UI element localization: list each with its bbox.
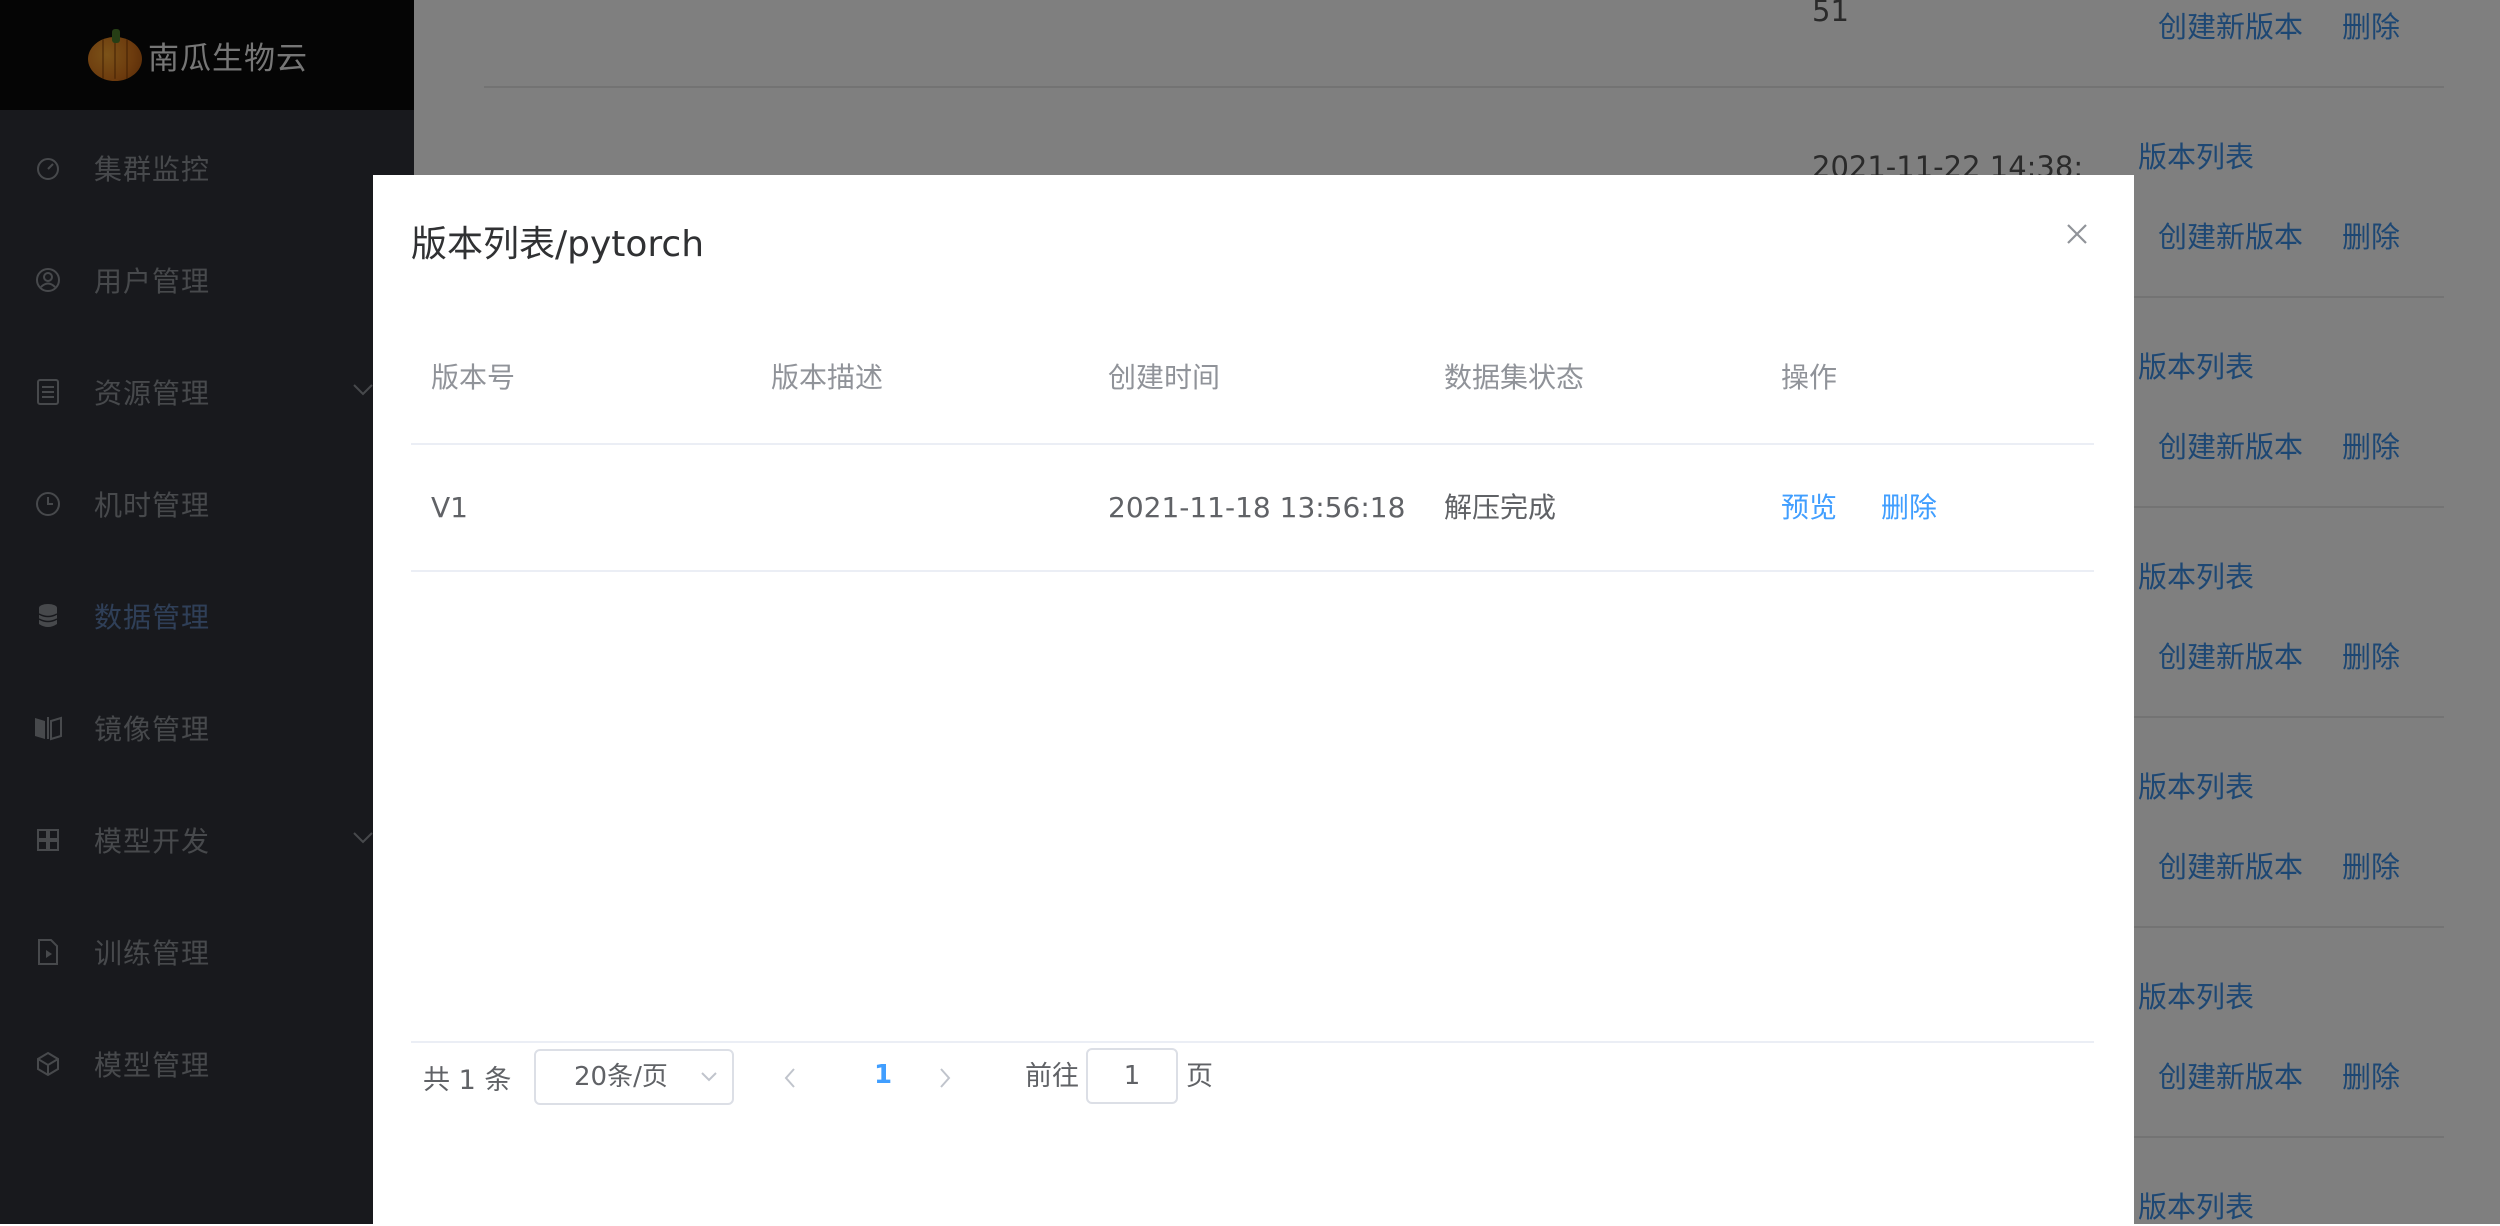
header-divider — [411, 443, 2094, 445]
pagination-total: 共 1 条 — [423, 1065, 512, 1096]
prev-page-icon[interactable] — [783, 1067, 797, 1089]
pagination-divider — [411, 1041, 2094, 1043]
page-size-value: 20条/页 — [574, 1062, 668, 1092]
row-divider — [411, 570, 2094, 572]
cell-version: V1 — [431, 491, 468, 524]
page-size-select[interactable]: 20条/页 — [534, 1049, 734, 1105]
cell-created-at: 2021-11-18 13:56:18 — [1108, 491, 1406, 524]
goto-label: 前往 — [1025, 1061, 1079, 1092]
preview-link[interactable]: 预览 — [1781, 448, 1837, 568]
column-header-description: 版本描述 — [771, 361, 884, 394]
column-header-actions: 操作 — [1781, 361, 1838, 394]
goto-page-input[interactable] — [1086, 1048, 1178, 1104]
delete-link[interactable]: 删除 — [1881, 448, 1937, 568]
close-icon — [2067, 224, 2087, 244]
cell-status: 解压完成 — [1444, 491, 1557, 524]
next-page-icon[interactable] — [938, 1067, 952, 1089]
column-header-created-at: 创建时间 — [1108, 361, 1221, 394]
close-button[interactable] — [2063, 220, 2091, 248]
goto-unit-label: 页 — [1186, 1061, 1213, 1092]
chevron-down-icon — [701, 1072, 717, 1082]
column-header-status: 数据集状态 — [1444, 361, 1585, 394]
dialog-title: 版本列表/pytorch — [411, 224, 705, 265]
page-number-current[interactable]: 1 — [863, 1055, 903, 1095]
version-list-dialog: 版本列表/pytorch 版本号 版本描述 创建时间 数据集状态 操作 V1 2… — [373, 175, 2134, 1224]
column-header-version: 版本号 — [431, 361, 516, 394]
